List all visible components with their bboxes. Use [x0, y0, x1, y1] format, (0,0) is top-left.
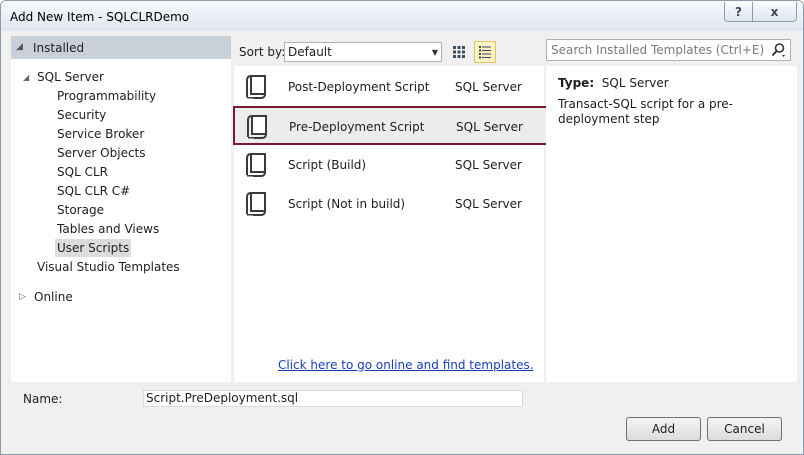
expanded-arrow-icon: ◢ [16, 42, 23, 52]
template-row[interactable]: Script (Not in build) SQL Server [234, 185, 544, 224]
template-name: Pre-Deployment Script [289, 120, 425, 134]
add-button[interactable]: Add [626, 417, 701, 441]
sort-label: Sort by: [239, 45, 286, 59]
template-category: SQL Server [455, 197, 522, 211]
window-title: Add New Item - SQLCLRDemo [10, 10, 190, 24]
template-category: SQL Server [456, 120, 523, 134]
name-field[interactable]: Script.PreDeployment.sql [143, 390, 523, 407]
template-row[interactable]: Script (Build) SQL Server [234, 146, 544, 185]
template-category: SQL Server [455, 158, 522, 172]
tree-item-tables-and-views[interactable]: Tables and Views [57, 220, 159, 238]
type-line: Type: SQL Server [558, 76, 669, 90]
title-bar: Add New Item - SQLCLRDemo ? x [1, 1, 803, 31]
script-file-icon [244, 113, 272, 141]
search-placeholder: Search Installed Templates (Ctrl+E) [551, 43, 765, 57]
close-button[interactable]: x [752, 2, 796, 21]
template-details: Type: SQL Server Transact-SQL script for… [546, 66, 797, 382]
template-row[interactable]: Pre-Deployment Script SQL Server [233, 106, 550, 145]
script-file-icon [243, 73, 271, 101]
type-value: SQL Server [601, 76, 669, 90]
template-name: Post-Deployment Script [288, 80, 430, 94]
tree-item-programmability[interactable]: Programmability [57, 87, 156, 105]
search-icon[interactable] [770, 42, 786, 58]
sort-value: Default [288, 45, 332, 59]
chevron-down-icon: ▼ [431, 48, 438, 57]
tree-item-visual-studio-templates[interactable]: Visual Studio Templates [37, 258, 180, 276]
sort-toolbar: Sort by: Default ▼ [234, 36, 544, 66]
tree-item-server-objects[interactable]: Server Objects [57, 144, 146, 162]
name-label: Name: [23, 392, 63, 406]
list-view-icon [479, 46, 491, 59]
online-label: Online [34, 290, 73, 304]
add-new-item-dialog: Add New Item - SQLCLRDemo ? x ◢ Installe… [0, 0, 804, 455]
template-category: SQL Server [455, 80, 522, 94]
tree-item-sql-clr[interactable]: SQL CLR [57, 163, 108, 181]
template-description: Transact-SQL script for a pre-deployment… [558, 97, 733, 126]
template-list: Post-Deployment Script SQL Server Pre-Depl… [233, 66, 550, 382]
search-input[interactable]: Search Installed Templates (Ctrl+E) [546, 39, 791, 61]
tree-item-sql-clr-c-[interactable]: SQL CLR C# [57, 182, 130, 200]
small-icons-view-button[interactable] [448, 41, 470, 63]
help-button[interactable]: ? [725, 2, 752, 21]
tree-item-user-scripts[interactable]: User Scripts [55, 239, 132, 257]
expanded-arrow-icon[interactable]: ◢ [23, 73, 29, 82]
type-label: Type: [558, 76, 595, 90]
script-file-icon [243, 190, 271, 218]
installed-label: Installed [33, 41, 85, 55]
title-bar-buttons: ? x [724, 2, 797, 22]
collapsed-arrow-icon: ▷ [19, 292, 26, 302]
template-list-panel: Sort by: Default ▼ Post-Deployment Scrip… [233, 36, 550, 382]
template-name: Script (Build) [288, 158, 367, 172]
tree-item-security[interactable]: Security [57, 106, 106, 124]
template-tree: ◢ Installed ◢ SQL Server Programmability… [11, 36, 231, 382]
template-name: Script (Not in build) [288, 197, 406, 211]
details-view-button[interactable] [474, 41, 496, 63]
online-header[interactable]: ▷ Online [11, 286, 231, 309]
sort-dropdown[interactable]: Default ▼ [284, 42, 442, 62]
installed-header[interactable]: ◢ Installed [11, 36, 231, 59]
tree-item-sql-server[interactable]: SQL Server [37, 68, 104, 86]
script-file-icon [243, 151, 271, 179]
tree-item-service-broker[interactable]: Service Broker [57, 125, 144, 143]
cancel-button[interactable]: Cancel [707, 417, 782, 441]
details-panel: Search Installed Templates (Ctrl+E) Type… [546, 36, 797, 382]
grid-view-icon [453, 46, 465, 58]
online-templates-link[interactable]: Click here to go online and find templat… [278, 358, 534, 372]
tree-item-storage[interactable]: Storage [57, 201, 104, 219]
template-row[interactable]: Post-Deployment Script SQL Server [234, 68, 544, 107]
